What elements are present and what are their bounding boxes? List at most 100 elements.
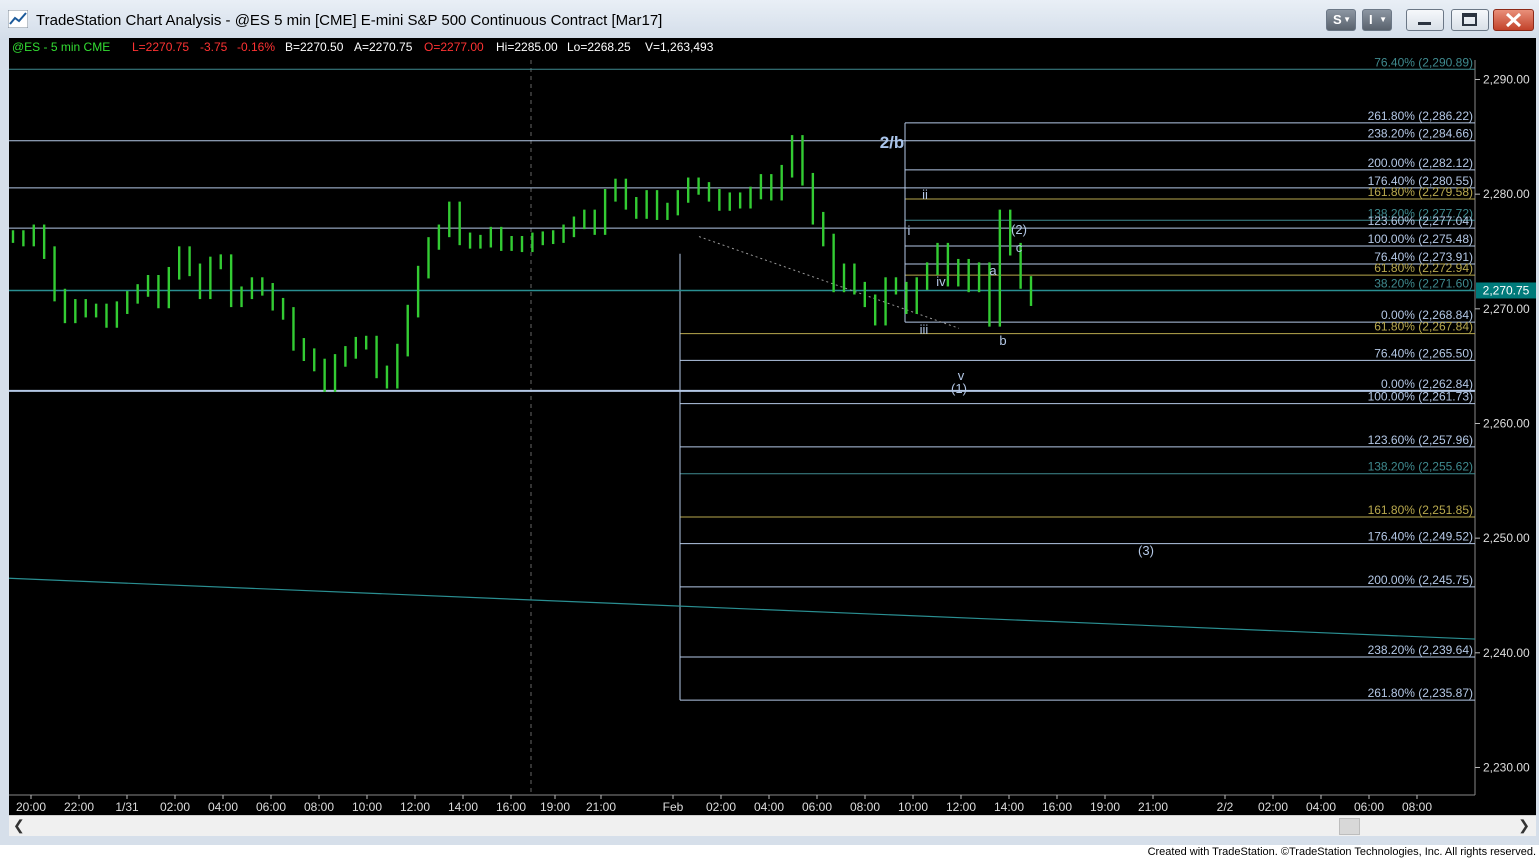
footer-credit: Created with TradeStation. ©TradeStation… [1147, 846, 1536, 858]
quote-bid: B=2270.50 [285, 40, 344, 54]
wave-label: (1) [951, 381, 967, 396]
fib-level-label: 123.60% (2,277.04) [1368, 214, 1473, 228]
x-axis-tick-label: 14:00 [448, 800, 478, 814]
x-axis-tick-label: 16:00 [496, 800, 526, 814]
indicator-menu-button[interactable]: I ▼ [1362, 9, 1392, 31]
x-axis-tick-label: 22:00 [64, 800, 94, 814]
x-axis-tick-label: 16:00 [1042, 800, 1072, 814]
wave-label: iii [920, 322, 929, 337]
quote-volume: V=1,263,493 [645, 40, 714, 54]
x-axis-tick-label: Feb [663, 800, 684, 814]
trend-line [9, 577, 1476, 640]
wave-label: b [999, 333, 1006, 348]
x-axis-tick-label: 19:00 [540, 800, 570, 814]
fib-level-label: 100.00% (2,261.73) [1368, 390, 1473, 404]
fib-level-label: 38.20% (2,271.60) [1374, 276, 1473, 290]
x-axis-tick-label: 04:00 [1306, 800, 1336, 814]
wave-label: a [989, 263, 997, 278]
style-menu-button[interactable]: S ▼ [1326, 9, 1356, 31]
scrollbar-thumb[interactable] [1339, 818, 1360, 835]
fib-level-label: 176.40% (2,249.52) [1368, 530, 1473, 544]
y-axis-tick-label: 2,290.00 [1483, 72, 1530, 86]
wave-label: i [908, 223, 911, 238]
quote-low: Lo=2268.25 [567, 40, 631, 54]
fib-level-label: 238.20% (2,239.64) [1368, 643, 1473, 657]
indicator-menu-label: I [1369, 12, 1373, 27]
price-bars [11, 135, 1033, 392]
fib-level-label: 138.20% (2,255.62) [1368, 460, 1473, 474]
window-title: TradeStation Chart Analysis - @ES 5 min … [36, 12, 663, 29]
y-axis-tick-label: 2,250.00 [1483, 531, 1530, 545]
fib-level-label: 261.80% (2,235.87) [1368, 686, 1473, 700]
fib-level-label: 76.40% (2,265.50) [1374, 346, 1473, 360]
horizontal-scrollbar[interactable]: ❮ ❯ [9, 815, 1536, 836]
fib-level-label: 238.20% (2,284.66) [1368, 127, 1473, 141]
x-axis-tick-label: 04:00 [208, 800, 238, 814]
x-axis-tick-label: 06:00 [1354, 800, 1384, 814]
x-axis-tick-label: 19:00 [1090, 800, 1120, 814]
x-axis-tick-label: 08:00 [1402, 800, 1432, 814]
minimize-button[interactable] [1406, 9, 1444, 31]
style-menu-label: S [1333, 12, 1342, 27]
scroll-right-arrow-icon[interactable]: ❯ [1518, 817, 1530, 834]
quote-last: L=2270.75 [132, 40, 189, 54]
x-axis-tick-label: 21:00 [1138, 800, 1168, 814]
wave-label: (3) [1138, 543, 1154, 558]
x-axis-tick-label: 12:00 [400, 800, 430, 814]
fib-level-label: 76.40% (2,290.89) [1374, 55, 1473, 69]
fib-level-label: 161.80% (2,251.85) [1368, 503, 1473, 517]
x-axis-tick-label: 2/2 [1217, 800, 1234, 814]
minimize-icon [1418, 22, 1431, 25]
x-axis-tick-label: 04:00 [754, 800, 784, 814]
fib-level-label: 123.60% (2,257.96) [1368, 433, 1473, 447]
fib-level-label: 61.80% (2,272.94) [1374, 261, 1473, 275]
wave-label: c [1016, 240, 1023, 255]
fib-level-label: 100.00% (2,275.48) [1368, 232, 1473, 246]
x-axis-tick-label: 02:00 [160, 800, 190, 814]
x-axis-tick-label: 10:00 [898, 800, 928, 814]
projection-line [698, 236, 960, 329]
wave-label: (2) [1011, 222, 1027, 237]
y-axis-tick-label: 2,270.00 [1483, 302, 1530, 316]
chevron-down-icon: ▼ [1379, 15, 1387, 24]
x-axis-tick-label: 02:00 [1258, 800, 1288, 814]
x-axis-tick-label: 14:00 [994, 800, 1024, 814]
x-axis-tick-label: 08:00 [304, 800, 334, 814]
fib-level-label: 161.80% (2,279.58) [1368, 185, 1473, 199]
x-axis-tick-label: 10:00 [352, 800, 382, 814]
x-axis-tick-label: 21:00 [586, 800, 616, 814]
y-axis-tick-label: 2,230.00 [1483, 760, 1530, 774]
x-axis-tick-label: 06:00 [256, 800, 286, 814]
quote-pct: -0.16% [237, 40, 275, 54]
app-window: TradeStation Chart Analysis - @ES 5 min … [0, 0, 1539, 845]
y-axis-tick-label: 2,280.00 [1483, 187, 1530, 201]
y-axis-tick-label: 2,240.00 [1483, 646, 1530, 660]
chart-area[interactable]: @ES - 5 min CME L=2270.75 -3.75 -0.16% B… [9, 38, 1536, 818]
maximize-button[interactable] [1451, 9, 1489, 31]
x-axis-tick-label: 1/31 [115, 800, 139, 814]
fib-level-label: 61.80% (2,267.84) [1374, 320, 1473, 334]
quote-high: Hi=2285.00 [496, 40, 558, 54]
x-axis-tick-label: 20:00 [16, 800, 46, 814]
scroll-left-arrow-icon[interactable]: ❮ [13, 817, 25, 834]
maximize-icon [1462, 13, 1477, 26]
fib-level-label: 200.00% (2,245.75) [1368, 573, 1473, 587]
wave-label: iv [936, 274, 946, 289]
price-chart[interactable]: @ES - 5 min CME L=2270.75 -3.75 -0.16% B… [9, 38, 1536, 818]
x-axis-tick-label: 02:00 [706, 800, 736, 814]
fib-level-label: 261.80% (2,286.22) [1368, 109, 1473, 123]
y-axis-tick-label: 2,260.00 [1483, 416, 1530, 430]
chevron-down-icon: ▼ [1343, 15, 1351, 24]
quote-change: -3.75 [200, 40, 228, 54]
x-axis-tick-label: 06:00 [802, 800, 832, 814]
wave-label: ii [922, 187, 928, 202]
tradestation-logo-icon [8, 10, 28, 28]
close-icon [1505, 12, 1522, 28]
close-button[interactable] [1493, 9, 1534, 31]
title-bar: TradeStation Chart Analysis - @ES 5 min … [0, 0, 1539, 40]
x-axis-tick-label: 08:00 [850, 800, 880, 814]
x-axis-tick-label: 12:00 [946, 800, 976, 814]
last-price-label: 2,270.75 [1483, 283, 1530, 297]
quote-ask: A=2270.75 [354, 40, 413, 54]
quote-open: O=2277.00 [424, 40, 484, 54]
